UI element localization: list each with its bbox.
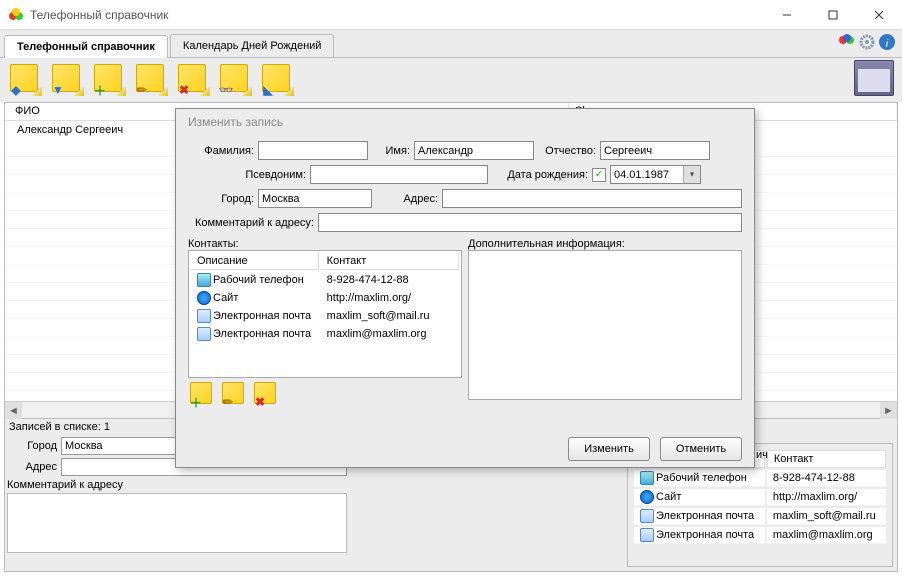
address-comment-box[interactable] xyxy=(7,493,347,553)
contact-row[interactable]: Электронная почтаmaxlim_soft@mail.ru xyxy=(191,308,459,324)
phone-icon xyxy=(640,471,654,485)
contact-row[interactable]: Сайтhttp://maxlim.org/ xyxy=(191,290,459,306)
funnel-note-icon[interactable]: ▼ xyxy=(52,64,84,96)
dob-label: Дата рождения: xyxy=(488,169,592,181)
window-title: Телефонный справочник xyxy=(30,8,764,22)
scroll-left-button[interactable]: ◄ xyxy=(5,402,22,419)
extra-info-label: Дополнительная информация: xyxy=(468,238,742,250)
city-input[interactable] xyxy=(258,189,372,208)
phone-icon xyxy=(197,273,211,287)
overflow-text: ич xyxy=(756,449,768,461)
info-row[interactable]: Электронная почтаmaxlim_soft@mail.ru xyxy=(634,508,886,525)
globe-icon xyxy=(640,490,654,504)
mail-icon xyxy=(197,309,211,323)
contact-row[interactable]: Рабочий телефон8-928-474-12-88 xyxy=(191,272,459,288)
dob-checkbox[interactable]: ✓ xyxy=(592,168,606,182)
dob-field[interactable]: ▾ xyxy=(610,165,701,184)
maximize-button[interactable] xyxy=(810,0,856,30)
main-tabs: Телефонный справочник Календарь Дней Рож… xyxy=(0,30,902,58)
balloons-icon[interactable] xyxy=(838,33,856,54)
edit-note-icon[interactable]: ✎ xyxy=(136,64,168,96)
address-label: Адрес xyxy=(7,461,57,473)
tab-directory[interactable]: Телефонный справочник xyxy=(4,35,168,58)
firstname-label: Имя: xyxy=(368,145,414,157)
delete-contact-icon[interactable]: ✖ xyxy=(254,382,280,408)
scroll-right-button[interactable]: ► xyxy=(880,402,897,419)
globe-icon xyxy=(197,291,211,305)
calendar-icon[interactable] xyxy=(854,60,894,96)
app-icon xyxy=(8,7,24,23)
lastname-label: Фамилия: xyxy=(188,145,258,157)
titlebar: Телефонный справочник xyxy=(0,0,902,30)
tag-note-icon[interactable]: ◣ xyxy=(262,64,294,96)
mail-icon xyxy=(197,327,211,341)
extra-info-box[interactable] xyxy=(468,250,742,400)
middlename-input[interactable] xyxy=(600,141,710,160)
address-label: Адрес: xyxy=(372,193,442,205)
firstname-input[interactable] xyxy=(414,141,534,160)
toolbar: ◆ ▼ ＋ ✎ ✖ 👓 ◣ xyxy=(0,58,902,102)
dialog-title: Изменить запись xyxy=(176,109,754,135)
contacts-label: Контакты: xyxy=(188,238,462,250)
col-desc[interactable]: Описание xyxy=(191,253,319,270)
address-comment-label: Комментарий к адресу xyxy=(7,479,347,491)
minimize-button[interactable] xyxy=(764,0,810,30)
calendar-dropdown-icon[interactable]: ▾ xyxy=(683,166,700,183)
mail-icon xyxy=(640,509,654,523)
city-label: Город xyxy=(7,440,57,452)
delete-note-icon[interactable]: ✖ xyxy=(178,64,210,96)
filter-note-icon[interactable]: ◆ xyxy=(10,64,42,96)
info-icon[interactable]: i xyxy=(878,33,896,54)
info-row[interactable]: Сайтhttp://maxlim.org/ xyxy=(634,489,886,506)
address-input[interactable] xyxy=(442,189,742,208)
add-contact-icon[interactable]: ＋ xyxy=(190,382,216,408)
save-button[interactable]: Изменить xyxy=(568,437,650,461)
middlename-label: Отчество: xyxy=(534,145,600,157)
row-name: Александр Сергееич xyxy=(17,124,123,136)
cancel-button[interactable]: Отменить xyxy=(660,437,742,461)
edit-contact-icon[interactable]: ✎ xyxy=(222,382,248,408)
close-button[interactable] xyxy=(856,0,902,30)
nickname-label: Псевдоним: xyxy=(188,169,310,181)
edit-record-dialog: Изменить запись Фамилия: Имя: Отчество: … xyxy=(175,108,755,468)
addrcomment-input[interactable] xyxy=(318,213,742,232)
dob-input[interactable] xyxy=(611,168,683,182)
add-note-icon[interactable]: ＋ xyxy=(94,64,126,96)
find-note-icon[interactable]: 👓 xyxy=(220,64,252,96)
info-row[interactable]: Рабочий телефон8-928-474-12-88 xyxy=(634,470,886,487)
lastname-input[interactable] xyxy=(258,141,368,160)
contact-row[interactable]: Электронная почтаmaxlim@maxlim.org xyxy=(191,326,459,342)
nickname-input[interactable] xyxy=(310,165,488,184)
city-label: Город: xyxy=(188,193,258,205)
mail-icon xyxy=(640,528,654,542)
col-contact[interactable]: Контакт xyxy=(321,253,459,270)
addrcomment-label: Комментарий к адресу: xyxy=(188,217,318,229)
info-row[interactable]: Электронная почтаmaxlim@maxlim.org xyxy=(634,527,886,544)
contacts-list[interactable]: ОписаниеКонтакт Рабочий телефон8-928-474… xyxy=(188,250,462,378)
settings-icon[interactable] xyxy=(858,33,876,54)
col-contact[interactable]: Контакт xyxy=(767,450,886,468)
tab-calendar[interactable]: Календарь Дней Рождений xyxy=(170,34,335,57)
